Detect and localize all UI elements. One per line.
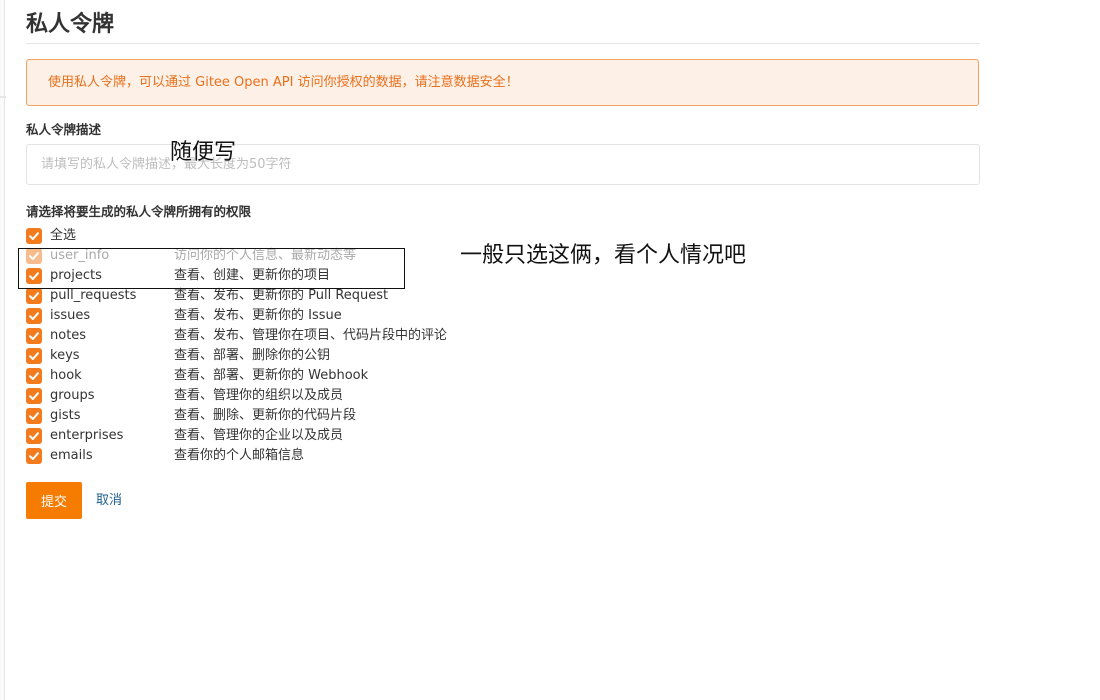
- check-icon: [29, 452, 39, 460]
- permission-row-pull-requests[interactable]: pull_requests 查看、发布、更新你的 Pull Request: [26, 286, 626, 306]
- check-icon: [29, 292, 39, 300]
- permission-checkbox-notes[interactable]: [26, 328, 42, 344]
- select-all-checkbox[interactable]: [26, 228, 42, 244]
- page-title: 私人令牌: [26, 12, 115, 37]
- submit-button[interactable]: 提交: [26, 482, 82, 519]
- sidebar-edge: [0, 0, 5, 700]
- check-icon: [29, 252, 39, 260]
- permission-name: hook: [50, 368, 82, 383]
- title-divider: [26, 43, 980, 44]
- permission-description: 查看、管理你的企业以及成员: [174, 428, 344, 443]
- permission-row-issues[interactable]: issues 查看、发布、更新你的 Issue: [26, 306, 626, 326]
- security-notice: 使用私人令牌，可以通过 Gitee Open API 访问你授权的数据，请注意数…: [26, 59, 979, 106]
- permission-description: 查看、发布、更新你的 Pull Request: [174, 288, 389, 303]
- permission-checkbox-pull-requests[interactable]: [26, 288, 42, 304]
- permission-row-groups[interactable]: groups 查看、管理你的组织以及成员: [26, 386, 626, 406]
- permission-row-notes[interactable]: notes 查看、发布、管理你在项目、代码片段中的评论: [26, 326, 626, 346]
- permission-row-gists[interactable]: gists 查看、删除、更新你的代码片段: [26, 406, 626, 426]
- permission-description: 查看、部署、更新你的 Webhook: [174, 368, 369, 383]
- permission-row-hook[interactable]: hook 查看、部署、更新你的 Webhook: [26, 366, 626, 386]
- permission-name: keys: [50, 348, 80, 363]
- check-icon: [29, 272, 39, 280]
- permission-name: issues: [50, 308, 91, 323]
- permission-name: user_info: [50, 248, 110, 263]
- permission-description: 查看、管理你的组织以及成员: [174, 388, 344, 403]
- permission-row-emails[interactable]: emails 查看你的个人邮箱信息: [26, 446, 626, 466]
- check-icon: [29, 372, 39, 380]
- permission-description: 查看、创建、更新你的项目: [174, 268, 331, 283]
- sidebar-edge-divider: [0, 96, 6, 98]
- permission-checkbox-issues[interactable]: [26, 308, 42, 324]
- permission-annotation: 一般只选这俩，看个人情况吧: [460, 243, 747, 268]
- check-icon: [29, 412, 39, 420]
- permission-checkbox-user-info: [26, 248, 42, 264]
- permission-checkbox-projects[interactable]: [26, 268, 42, 284]
- permission-name: gists: [50, 408, 81, 423]
- check-icon: [29, 432, 39, 440]
- permission-checkbox-keys[interactable]: [26, 348, 42, 364]
- check-icon: [29, 232, 39, 240]
- permission-checkbox-groups[interactable]: [26, 388, 42, 404]
- permissions-label: 请选择将要生成的私人令牌所拥有的权限: [26, 204, 252, 219]
- permission-name: groups: [50, 388, 95, 403]
- check-icon: [29, 352, 39, 360]
- permission-name: notes: [50, 328, 87, 343]
- check-icon: [29, 392, 39, 400]
- permission-checkbox-enterprises[interactable]: [26, 428, 42, 444]
- description-annotation: 随便写: [170, 140, 237, 165]
- permission-checkbox-emails[interactable]: [26, 448, 42, 464]
- personal-token-page: 私人令牌 使用私人令牌，可以通过 Gitee Open API 访问你授权的数据…: [0, 0, 1100, 700]
- permission-description: 查看、删除、更新你的代码片段: [174, 408, 357, 423]
- cancel-link[interactable]: 取消: [96, 491, 122, 511]
- permission-name: pull_requests: [50, 288, 137, 303]
- check-icon: [29, 332, 39, 340]
- description-label: 私人令牌描述: [26, 122, 102, 137]
- permission-row-enterprises[interactable]: enterprises 查看、管理你的企业以及成员: [26, 426, 626, 446]
- select-all-label: 全选: [50, 228, 77, 243]
- permission-name: emails: [50, 448, 93, 463]
- permission-description: 查看、发布、更新你的 Issue: [174, 308, 342, 323]
- permission-description: 查看、部署、删除你的公钥: [174, 348, 331, 363]
- permission-row-keys[interactable]: keys 查看、部署、删除你的公钥: [26, 346, 626, 366]
- permission-description: 查看你的个人邮箱信息: [174, 448, 305, 463]
- permission-description: 访问你的个人信息、最新动态等: [174, 248, 357, 263]
- check-icon: [29, 312, 39, 320]
- permission-name: projects: [50, 268, 102, 283]
- permission-checkbox-gists[interactable]: [26, 408, 42, 424]
- permission-name: enterprises: [50, 428, 124, 443]
- permission-description: 查看、发布、管理你在项目、代码片段中的评论: [174, 328, 448, 343]
- permission-checkbox-hook[interactable]: [26, 368, 42, 384]
